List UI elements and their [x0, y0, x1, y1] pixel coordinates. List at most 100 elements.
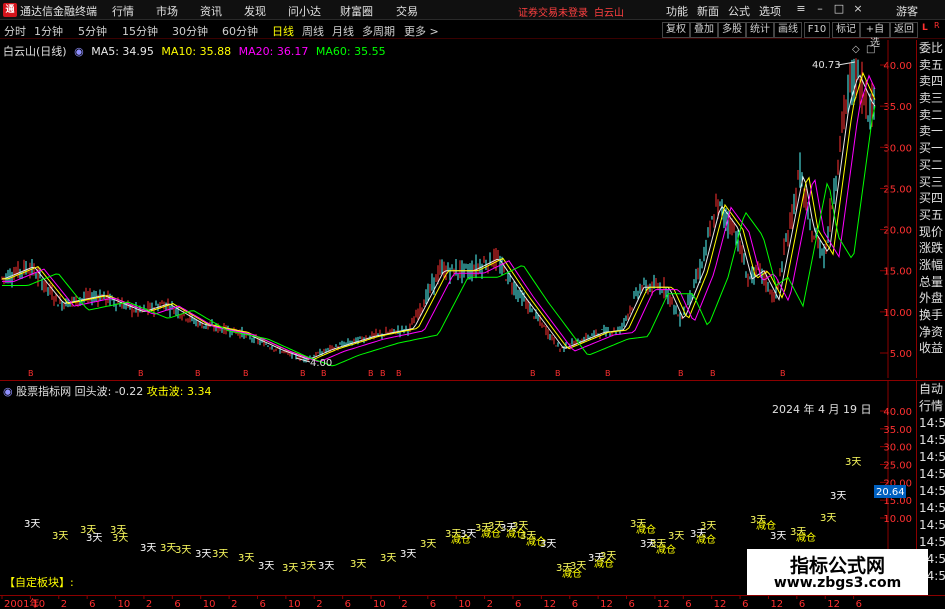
period-60min[interactable]: 60分钟 — [222, 23, 258, 39]
quote-panel: 委比 卖五 卖四 卖三 卖二 卖一 买一 买二 买三 买四 买五 现价 涨跌 涨幅 总量 外盘 换手 净资 收益 — [916, 40, 945, 378]
multi-stock-button[interactable]: 多股 — [718, 22, 746, 38]
menu-new-page[interactable]: 新面 — [697, 3, 719, 19]
day-label: 3天 — [238, 553, 254, 564]
period-weekly[interactable]: 周线 — [302, 23, 324, 39]
period-intraday[interactable]: 分时 — [4, 23, 26, 39]
f10-button[interactable]: F10 — [804, 22, 830, 38]
ma60-label: MA60: 35.55 — [315, 45, 386, 58]
signal-marker: B — [396, 369, 402, 378]
signal-marker: B — [780, 369, 786, 378]
date-label: 6 — [259, 599, 265, 609]
menu-ask[interactable]: 问小达 — [288, 3, 321, 19]
day-label: 3天 — [212, 549, 228, 560]
menu-wealth[interactable]: 财富圈 — [340, 3, 373, 19]
date-label: 12 — [827, 599, 840, 609]
signal-marker: B — [138, 369, 144, 378]
back-button[interactable]: 返回 — [890, 22, 918, 38]
date-label: 2 — [231, 599, 237, 609]
date-label: 2 — [316, 599, 322, 609]
watermark: 指标公式网 www.zbgs3.com — [747, 549, 928, 596]
dropdown-icon[interactable]: ◉ — [74, 45, 84, 58]
close-icon[interactable]: × — [851, 2, 865, 16]
indicator-axis-label: 30.00 — [883, 443, 912, 454]
date-axis-canvas: 2001年10 2 6 10 2 6 10 2 6 10 2 6 10 2 6 10 2 6 12 6 12 6 12 6 12… — [1, 596, 862, 609]
statistics-button[interactable]: 统计 — [746, 22, 774, 38]
price-chart[interactable]: 40.00 35.00 30.00 25.00 20.00 15.00 10.00 5.00 4… — [0, 40, 916, 378]
date-label: 12 — [714, 599, 727, 609]
period-monthly[interactable]: 月线 — [332, 23, 354, 39]
quote-label: 买四 — [919, 191, 944, 206]
date-label: 10 — [203, 599, 216, 609]
signal-marker: B — [605, 369, 611, 378]
menu-trade[interactable]: 交易 — [396, 3, 418, 19]
add-watchlist-button[interactable]: +自选 — [860, 22, 890, 49]
day-label: 3天 — [175, 545, 191, 556]
day-label: 3天 — [258, 561, 274, 572]
period-15min[interactable]: 15分钟 — [122, 23, 158, 39]
quote-label: 委比 — [919, 41, 944, 55]
draw-line-button[interactable]: 画线 — [774, 22, 802, 38]
menu-market[interactable]: 市场 — [156, 3, 178, 19]
day-label: 3天 — [282, 563, 298, 574]
date-label: 6 — [89, 599, 95, 609]
minimize-icon[interactable]: – — [813, 2, 827, 16]
date-label: 6 — [430, 599, 436, 609]
login-notice[interactable]: 证券交易未登录 — [518, 4, 588, 19]
date-label: 6 — [856, 599, 862, 609]
quote-label: 买五 — [919, 207, 944, 222]
menu-discover[interactable]: 发现 — [244, 3, 266, 19]
day-label: 3天 — [668, 531, 684, 542]
overlay-button[interactable]: 叠加 — [690, 22, 718, 38]
indicator-axis-label: 10.00 — [883, 514, 912, 525]
price-axis-label: 5.00 — [890, 349, 912, 360]
mark-button[interactable]: 标记 — [832, 22, 860, 38]
menu-icon[interactable]: ≡ — [794, 2, 808, 16]
day-label: 3天 — [845, 457, 861, 468]
adjust-button[interactable]: 复权 — [662, 22, 690, 38]
signal-marker: B — [368, 369, 374, 378]
day-label: 3天 — [400, 549, 416, 560]
period-30min[interactable]: 30分钟 — [172, 23, 208, 39]
day-label: 3天 — [52, 531, 68, 542]
menu-formula[interactable]: 公式 — [728, 3, 750, 19]
menu-news[interactable]: 资讯 — [200, 3, 222, 19]
menu-options[interactable]: 选项 — [759, 3, 781, 19]
date-label: 2 — [61, 599, 67, 609]
current-value: 20.64 — [876, 487, 905, 498]
day-label: 3天 — [24, 519, 40, 530]
period-multi[interactable]: 多周期 — [362, 23, 395, 39]
indicator-date: 2024 年 4 月 19 日 — [772, 403, 872, 416]
date-label: 6 — [799, 599, 805, 609]
candles-group — [1, 58, 875, 363]
day-label: 3天 — [600, 551, 616, 562]
price-chart-canvas[interactable]: 40.0035.0030.0025.0020.0015.0010.005.004… — [0, 40, 916, 378]
date-label: 12 — [770, 599, 783, 609]
indicator-toggle-icon[interactable]: ◉ — [3, 385, 13, 398]
date-label: 6 — [629, 599, 635, 609]
indicator-name[interactable]: 股票指标网 — [16, 385, 71, 398]
date-label: 10 — [458, 599, 471, 609]
ma-legend: 白云山(日线) ◉ MA5: 34.95 MA10: 35.88 MA20: 3… — [3, 43, 390, 59]
quote-label: 买一 — [919, 141, 944, 156]
date-label: 6 — [345, 599, 351, 609]
date-axis: 2001年 10 2 6 10 2 6 10 2 6 10 2 6 10 2 6 10 2 6 12 6 12 6 12 6 12… — [0, 595, 945, 609]
quote-label: 卖三 — [919, 91, 944, 106]
ma20-line — [2, 74, 876, 363]
quote-label: 总量 — [919, 274, 944, 289]
day-label: 3天 — [420, 539, 436, 550]
position-label: 减仓 — [796, 531, 816, 544]
custom-block-label[interactable]: 【自定板块】: — [4, 574, 74, 590]
period-daily[interactable]: 日线 — [272, 23, 294, 39]
period-1min[interactable]: 1分钟 — [34, 23, 63, 39]
restore-icon[interactable]: □ — [832, 2, 846, 16]
time-label: 14:50 — [919, 501, 945, 515]
period-5min[interactable]: 5分钟 — [78, 23, 107, 39]
menu-quotes[interactable]: 行情 — [112, 3, 134, 19]
period-more[interactable]: 更多 > — [404, 23, 439, 39]
quote-label: 换手 — [919, 308, 944, 322]
time-label: 行情 — [919, 399, 944, 413]
date-label: 6 — [742, 599, 748, 609]
guest-label[interactable]: 游客 — [896, 3, 918, 19]
menu-function[interactable]: 功能 — [666, 3, 688, 19]
back-wave-value: 回头波: -0.22 — [74, 385, 144, 398]
